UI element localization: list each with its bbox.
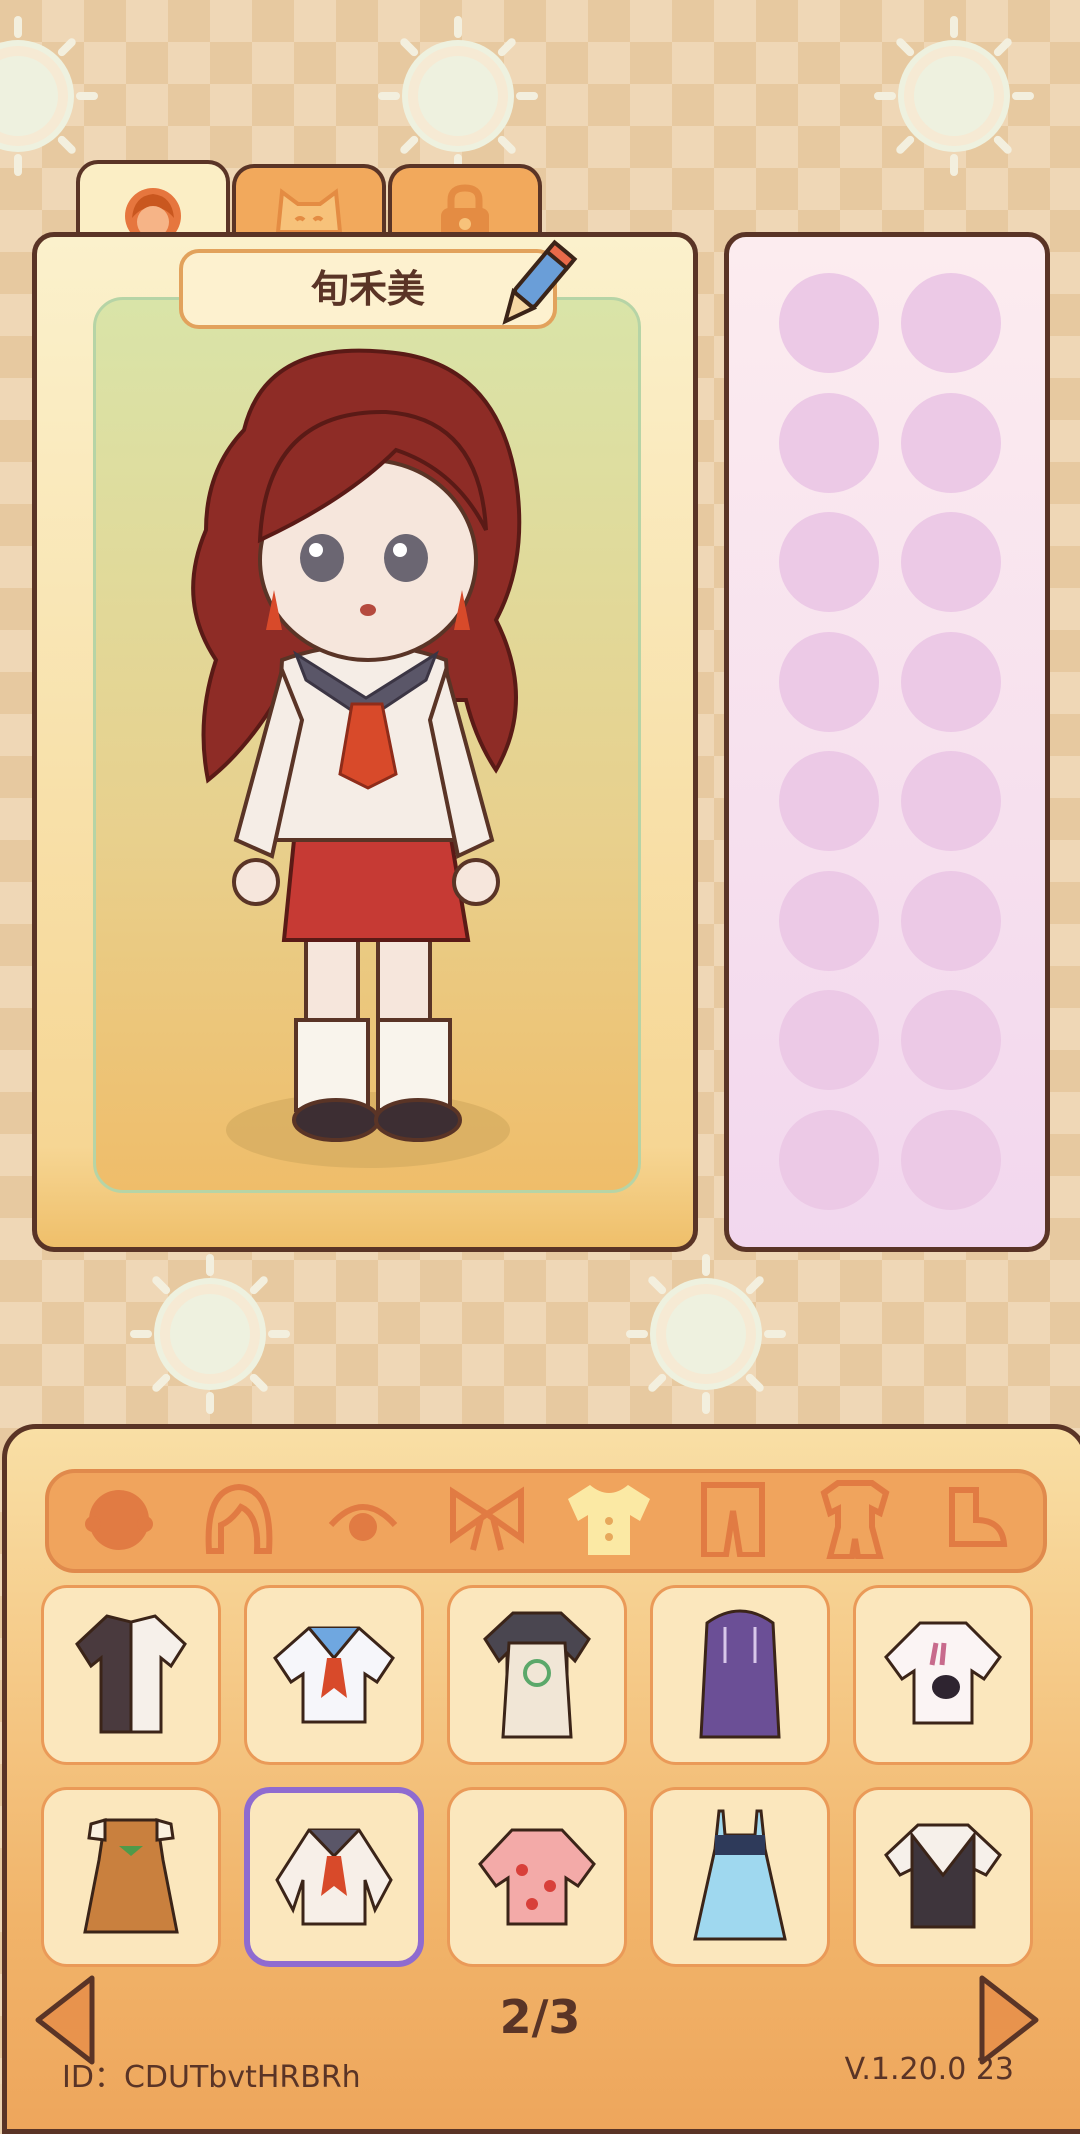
clothing-item[interactable]: [650, 1787, 830, 1967]
clothing-item[interactable]: [853, 1787, 1033, 1967]
sailor-uniform-icon: [269, 1820, 399, 1934]
vest-shirt-icon: [878, 1815, 1008, 1939]
clothing-item[interactable]: [447, 1585, 627, 1765]
category-outfits[interactable]: [805, 1479, 905, 1563]
accessory-slot[interactable]: [901, 512, 1001, 612]
accessory-slot[interactable]: [779, 631, 879, 732]
snail-apron-shirt-icon: [477, 1603, 597, 1747]
black-white-shirt-icon: [71, 1608, 191, 1742]
sun-decoration: [874, 16, 1034, 176]
edit-name-pencil-icon[interactable]: [492, 236, 578, 340]
accessory-slot[interactable]: [779, 273, 879, 373]
shirt-icon: [564, 1481, 654, 1561]
strawberry-shirt-icon: [472, 1820, 602, 1934]
accessory-slot[interactable]: [779, 990, 879, 1090]
category-pants[interactable]: [683, 1481, 783, 1561]
bunny-hoodie-icon: [878, 1613, 1008, 1737]
character-stage: [93, 297, 641, 1193]
category-bar: [45, 1469, 1047, 1573]
version-label: V.1.20.0 23: [844, 2052, 1014, 2087]
clothing-item[interactable]: [447, 1787, 627, 1967]
accessory-slot[interactable]: [901, 392, 1001, 493]
category-shoes[interactable]: [927, 1481, 1027, 1561]
accessory-slot[interactable]: [901, 751, 1001, 851]
sun-decoration: [378, 16, 538, 176]
clothing-item[interactable]: [650, 1585, 830, 1765]
outfit-icon: [820, 1479, 890, 1563]
page-indicator: 2/3: [499, 1990, 581, 2044]
sailor-shirt-icon: [269, 1618, 399, 1732]
eye-icon: [325, 1489, 401, 1553]
orange-dress-icon: [71, 1810, 191, 1944]
hair-icon: [201, 1481, 277, 1561]
character-preview-panel: 旬禾美: [32, 232, 698, 1252]
accessory-slot[interactable]: [901, 631, 1001, 732]
player-id: ID：CDUTbvtHRBRh: [62, 2060, 361, 2095]
accessory-slot[interactable]: [901, 990, 1001, 1090]
character-avatar[interactable]: [96, 300, 638, 1190]
clothing-item-selected[interactable]: [244, 1787, 424, 1967]
category-head[interactable]: [69, 1481, 169, 1561]
blue-dress-icon: [685, 1805, 795, 1949]
accessory-slot[interactable]: [779, 1109, 879, 1210]
accessory-slot[interactable]: [901, 870, 1001, 971]
category-tops[interactable]: [559, 1481, 659, 1561]
sun-decoration: [626, 1254, 786, 1414]
purple-hoodie-icon: [685, 1603, 795, 1747]
clothing-item[interactable]: [244, 1585, 424, 1765]
accessory-slot[interactable]: [779, 751, 879, 851]
clothing-item[interactable]: [853, 1585, 1033, 1765]
pants-icon: [698, 1481, 768, 1561]
shoe-icon: [942, 1484, 1012, 1558]
category-hair[interactable]: [189, 1481, 289, 1561]
accessory-slot[interactable]: [779, 512, 879, 612]
category-accessories[interactable]: [437, 1481, 537, 1561]
accessory-slot[interactable]: [779, 870, 879, 971]
head-icon: [81, 1484, 157, 1558]
clothing-item[interactable]: [41, 1585, 221, 1765]
accessory-slot[interactable]: [901, 1109, 1001, 1210]
sun-decoration: [130, 1254, 290, 1414]
sun-decoration: [0, 16, 98, 176]
accessory-slot[interactable]: [779, 392, 879, 493]
bow-icon: [447, 1484, 527, 1558]
accessory-slot-panel: [724, 232, 1050, 1252]
clothing-item[interactable]: [41, 1787, 221, 1967]
category-eyes[interactable]: [313, 1481, 413, 1561]
accessory-slot[interactable]: [901, 273, 1001, 373]
